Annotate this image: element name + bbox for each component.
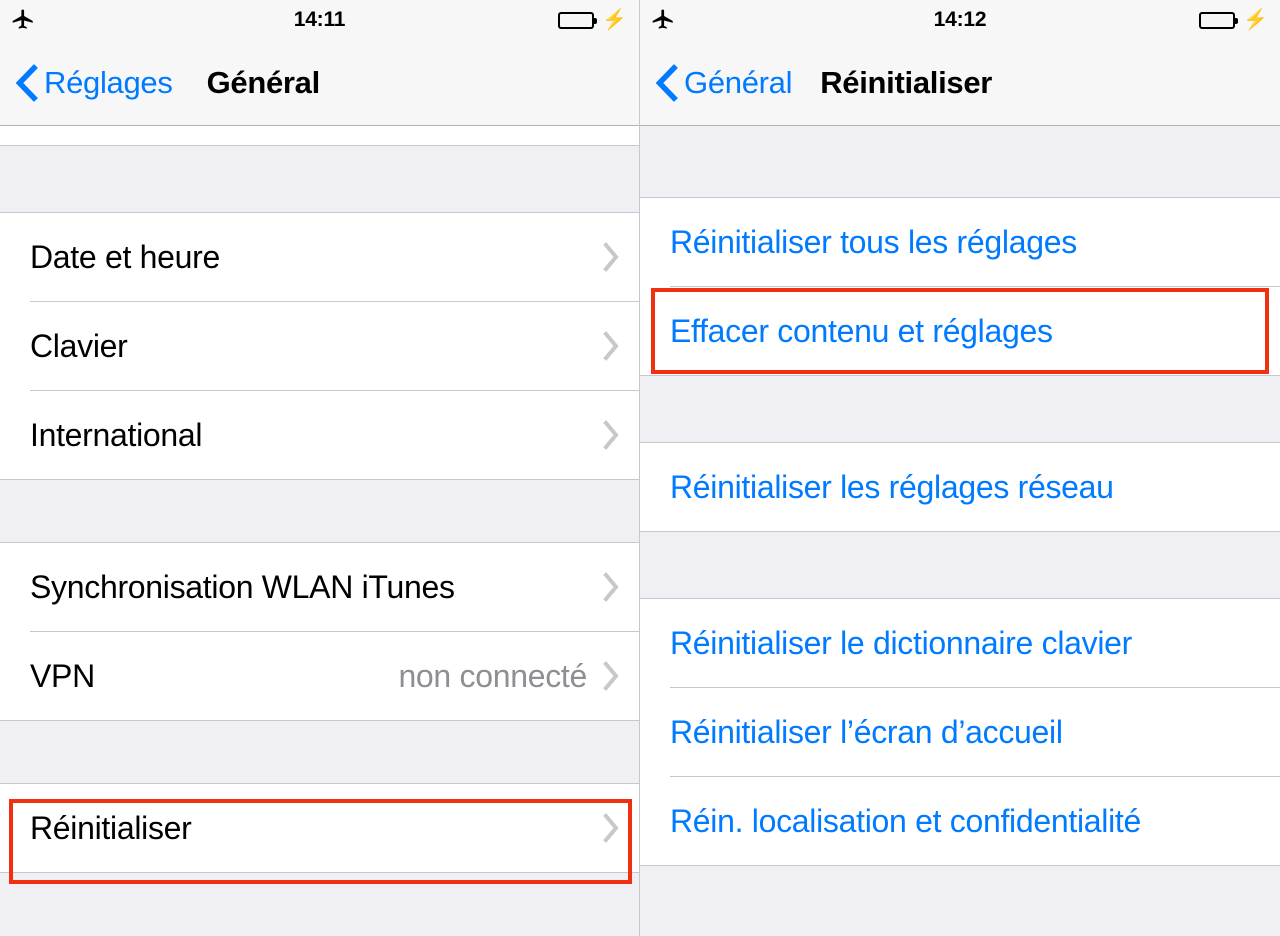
dual-screenshot-comparison: 14:11 ⚡ Réglages Général Verrouillage au… <box>0 0 1280 936</box>
chevron-left-icon <box>15 63 38 102</box>
lightning-bolt-icon: ⚡ <box>602 9 627 31</box>
right-reset-list: Réinitialiser tous les réglages Effacer … <box>640 126 1280 936</box>
lightning-bolt-icon: ⚡ <box>1243 9 1268 31</box>
row-vpn[interactable]: VPN non connecté <box>0 632 639 720</box>
row-reinitialiser-lecran-daccueil[interactable]: Réinitialiser l’écran d’accueil <box>640 688 1280 776</box>
chevron-right-icon <box>601 239 623 275</box>
row-label: Clavier <box>30 327 128 364</box>
row-label: Date et heure <box>30 238 221 275</box>
section-gap <box>0 480 639 542</box>
chevron-left-icon <box>655 63 678 102</box>
battery-full-icon <box>558 11 598 29</box>
right-back-label: Général <box>684 64 793 100</box>
row-synchronisation-wlan-itunes[interactable]: Synchronisation WLAN iTunes <box>0 543 639 631</box>
row-label: Synchronisation WLAN iTunes <box>30 568 455 605</box>
row-reinitialiser-les-reglages-reseau[interactable]: Réinitialiser les réglages réseau <box>640 443 1280 531</box>
chevron-right-icon <box>601 417 623 453</box>
section-gap <box>640 532 1280 598</box>
section-gap <box>0 146 639 212</box>
chevron-right-icon <box>601 569 623 605</box>
row-rein-localisation-et-confidentialite[interactable]: Réin. localisation et confidentialité <box>640 777 1280 865</box>
row-label: Réinitialiser <box>30 809 192 846</box>
right-page-title: Réinitialiser <box>820 64 993 100</box>
section-gap <box>640 376 1280 442</box>
battery-full-icon <box>1199 11 1239 29</box>
row-label: Réin. localisation et confidentialité <box>670 802 1141 839</box>
row-value-vpn-status: non connecté <box>398 657 587 694</box>
row-reinitialiser-le-dictionnaire-clavier[interactable]: Réinitialiser le dictionnaire clavier <box>640 599 1280 687</box>
row-label: VPN <box>30 657 95 694</box>
row-label: Effacer contenu et réglages <box>670 312 1053 349</box>
right-nav-bar: Général Réinitialiser <box>640 40 1280 126</box>
left-nav-bar: Réglages Général <box>0 40 639 126</box>
section-gap <box>640 126 1280 197</box>
row-effacer-contenu-et-reglages[interactable]: Effacer contenu et réglages <box>640 287 1280 375</box>
left-page-title: Général <box>206 64 321 100</box>
left-group-1: Date et heure Clavier International <box>0 212 639 480</box>
right-status-time: 14:12 <box>933 8 987 31</box>
row-reinitialiser[interactable]: Réinitialiser <box>0 784 639 872</box>
left-status-right: ⚡ <box>558 0 627 40</box>
section-gap <box>640 866 1280 936</box>
row-date-et-heure[interactable]: Date et heure <box>0 213 639 301</box>
row-label: International <box>30 416 203 453</box>
left-settings-list: Date et heure Clavier International Sync… <box>0 126 639 936</box>
section-gap <box>0 721 639 783</box>
row-reinitialiser-tous-les-reglages[interactable]: Réinitialiser tous les réglages <box>640 198 1280 286</box>
row-international[interactable]: International <box>0 391 639 479</box>
right-phone-screen: 14:12 ⚡ Général Réinitialiser Réinitiali… <box>640 0 1280 936</box>
row-label: Réinitialiser les réglages réseau <box>670 468 1114 505</box>
right-status-bar: 14:12 ⚡ <box>640 0 1280 40</box>
left-phone-screen: 14:11 ⚡ Réglages Général Verrouillage au… <box>0 0 640 936</box>
chevron-right-icon <box>601 658 623 694</box>
row-label: Réinitialiser tous les réglages <box>670 223 1077 260</box>
right-status-center: 14:12 <box>640 0 1280 40</box>
row-label: Réinitialiser le dictionnaire clavier <box>670 624 1132 661</box>
left-back-button[interactable]: Réglages <box>0 63 173 103</box>
right-back-button[interactable]: Général <box>640 63 792 103</box>
left-status-center: 14:11 <box>0 0 639 40</box>
partial-row-stub <box>0 126 639 146</box>
left-status-time: 14:11 <box>293 8 346 31</box>
section-gap <box>0 873 639 936</box>
row-label: Réinitialiser l’écran d’accueil <box>670 713 1063 750</box>
right-group-1: Réinitialiser tous les réglages Effacer … <box>640 197 1280 376</box>
right-status-right: ⚡ <box>1199 0 1268 40</box>
left-status-bar: 14:11 ⚡ <box>0 0 639 40</box>
row-clavier[interactable]: Clavier <box>0 302 639 390</box>
right-group-3: Réinitialiser le dictionnaire clavier Ré… <box>640 598 1280 866</box>
left-group-3: Réinitialiser <box>0 783 639 873</box>
left-back-label: Réglages <box>44 64 173 100</box>
chevron-right-icon <box>601 328 623 364</box>
right-group-2: Réinitialiser les réglages réseau <box>640 442 1280 532</box>
chevron-right-icon <box>601 810 623 846</box>
left-group-2: Synchronisation WLAN iTunes VPN non conn… <box>0 542 639 721</box>
